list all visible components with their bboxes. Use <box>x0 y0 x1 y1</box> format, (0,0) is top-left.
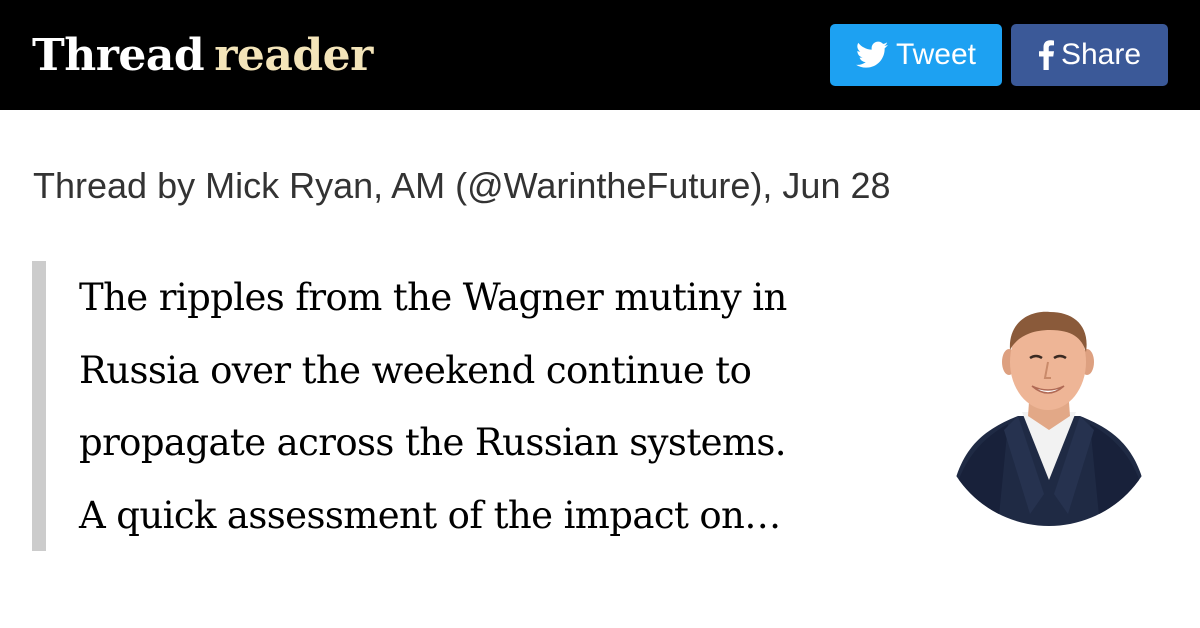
author-avatar[interactable] <box>938 304 1160 526</box>
facebook-f-icon <box>1038 40 1055 70</box>
thread-excerpt[interactable]: The ripples from the Wagner mutiny in Ru… <box>79 262 919 552</box>
excerpt-line: Russia over the weekend continue to <box>79 348 752 392</box>
excerpt-line: propagate across the Russian systems. <box>79 421 787 464</box>
excerpt-line: A quick assessment of the impact on… <box>79 493 781 537</box>
logo-word-reader: reader <box>214 30 373 81</box>
tweet-label: Tweet <box>895 38 977 71</box>
threadreader-logo[interactable]: Thread reader <box>32 26 373 86</box>
logo-word-thread: Thread <box>32 30 205 81</box>
excerpt-line: The ripples from the Wagner mutiny in <box>79 276 787 319</box>
twitter-bird-icon <box>855 41 888 69</box>
share-button[interactable]: Share <box>1011 24 1168 86</box>
top-bar: Thread reader Tweet Share <box>0 0 1200 110</box>
tweet-button[interactable]: Tweet <box>830 24 1002 86</box>
share-label: Share <box>1060 38 1142 71</box>
thread-byline: Thread by Mick Ryan, AM (@WarintheFuture… <box>33 165 891 206</box>
author-portrait-icon <box>938 304 1160 526</box>
quote-bar <box>32 261 46 551</box>
